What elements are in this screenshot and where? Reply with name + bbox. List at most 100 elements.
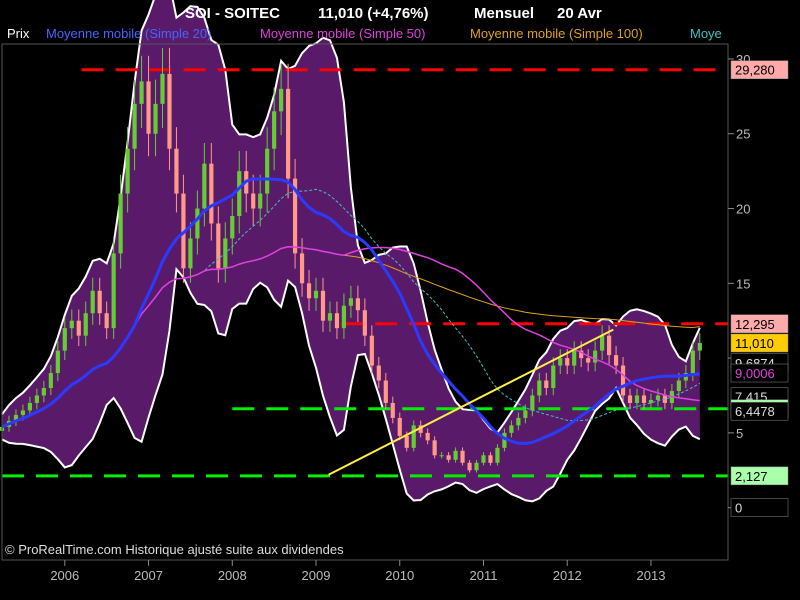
price-tag-label: 2,127 [735,469,768,484]
candle-body [648,399,654,403]
candle-body [516,417,521,426]
candle-body [76,320,81,336]
price-tag-label: 0 [735,501,742,516]
candle-body [397,417,402,436]
candle-body [209,163,214,224]
candle-body [202,163,207,209]
legend-item-extra[interactable]: Moye [690,26,722,41]
candle-body [237,171,242,216]
candle-body [558,358,563,366]
x-tick-label: 2008 [218,568,247,583]
candle-body [188,238,193,269]
candle-body [265,148,270,194]
price-tag-label: 6,4478 [735,404,775,419]
price-tag: 2,127 [730,466,789,486]
candle-body [369,335,374,366]
candle-body [655,395,661,400]
candle-body [453,450,458,460]
candle-body [160,73,165,104]
candle-body [607,335,612,356]
candle-body [230,216,235,239]
candle-body [34,395,39,403]
candle-body [362,310,367,336]
y-axis: 051015202530 [728,52,750,516]
candle-body [27,402,33,411]
candle-body [139,81,144,104]
candle-body [432,440,437,456]
candle-body [600,335,605,351]
candle-body [530,395,535,411]
legend-item-ma50[interactable]: Moyenne mobile (Simple 50) [260,26,425,41]
copyright-note: © ProRealTime.com Historique ajusté suit… [5,542,344,557]
candle-body [551,365,556,388]
price-tag: 6,4478 [730,401,789,421]
candle-body [104,313,109,329]
candle-body [258,193,263,209]
price-tag-label: 11,010 [735,336,774,351]
candle-body [279,88,284,112]
candle-body [55,350,60,374]
price-tag: 9,0006 [730,363,789,383]
price-tag-label: 12,295 [735,317,775,332]
instrument-title: SOI - SOITEC [185,5,280,22]
candle-body [690,350,695,374]
legend-item-ma100[interactable]: Moyenne mobile (Simple 100) [470,26,643,41]
candle-body [90,290,95,314]
candle-body [146,81,151,134]
candle-body [306,283,312,299]
candle-body [62,328,67,351]
candle-body [565,358,570,366]
price-tag: 11,010 [730,333,789,353]
candle-body [125,148,130,194]
date-label: 20 Avr [557,5,602,22]
candle-body [593,350,598,363]
legend-item-ma20[interactable]: Moyenne mobile (Simple 20) [46,26,211,41]
price-tag: 12,295 [730,314,789,334]
candle-body [251,193,256,209]
x-tick-label: 2006 [50,568,79,583]
candle-body [334,313,340,329]
x-tick-label: 2007 [134,568,163,583]
x-tick-label: 2010 [385,568,414,583]
candle-body [488,455,493,463]
candle-body [572,350,577,366]
candle-body [195,208,200,239]
chart-header: SOI - SOITEC 11,010 (+4,76%) Mensuel 20 … [185,5,602,22]
candle-body [48,373,53,388]
x-tick-label: 2013 [637,568,666,583]
candle-body [425,432,430,441]
candle-body [676,380,681,391]
candle-body [153,103,158,134]
candle-body [272,111,277,149]
period-label: Mensuel [474,5,534,22]
legend: Prix Moyenne mobile (Simple 20) Moyenne … [7,26,722,41]
x-tick-label: 2009 [302,568,331,583]
candle-body [537,380,542,396]
price-tag: 0 [730,498,789,517]
legend-item-price[interactable]: Prix [7,26,30,41]
candle-body [481,455,486,463]
candle-body [313,290,319,299]
stock-chart[interactable]: 051015202530 200620072008200920102011201… [0,0,800,600]
candle-body [390,402,395,418]
candle-body [341,305,347,329]
candle-body [586,358,591,363]
candle-body [697,342,702,351]
plot-area [0,0,729,561]
last-price: 11,010 (+4,76%) [318,5,429,22]
price-tag-label: 9,0006 [735,366,775,381]
candle-body [523,410,528,418]
candle-body [613,355,619,366]
y-tick-label: 25 [736,127,750,142]
candle-body [641,395,647,403]
candle-body [376,365,381,381]
candle-body [404,435,409,448]
candle-body [460,450,465,463]
candle-body [327,313,333,321]
candle-body [446,455,451,460]
candle-body [174,148,179,194]
candle-body [411,425,416,448]
candle-body [348,298,353,306]
candle-body [320,290,326,321]
price-tag-label: 29,280 [735,63,775,78]
